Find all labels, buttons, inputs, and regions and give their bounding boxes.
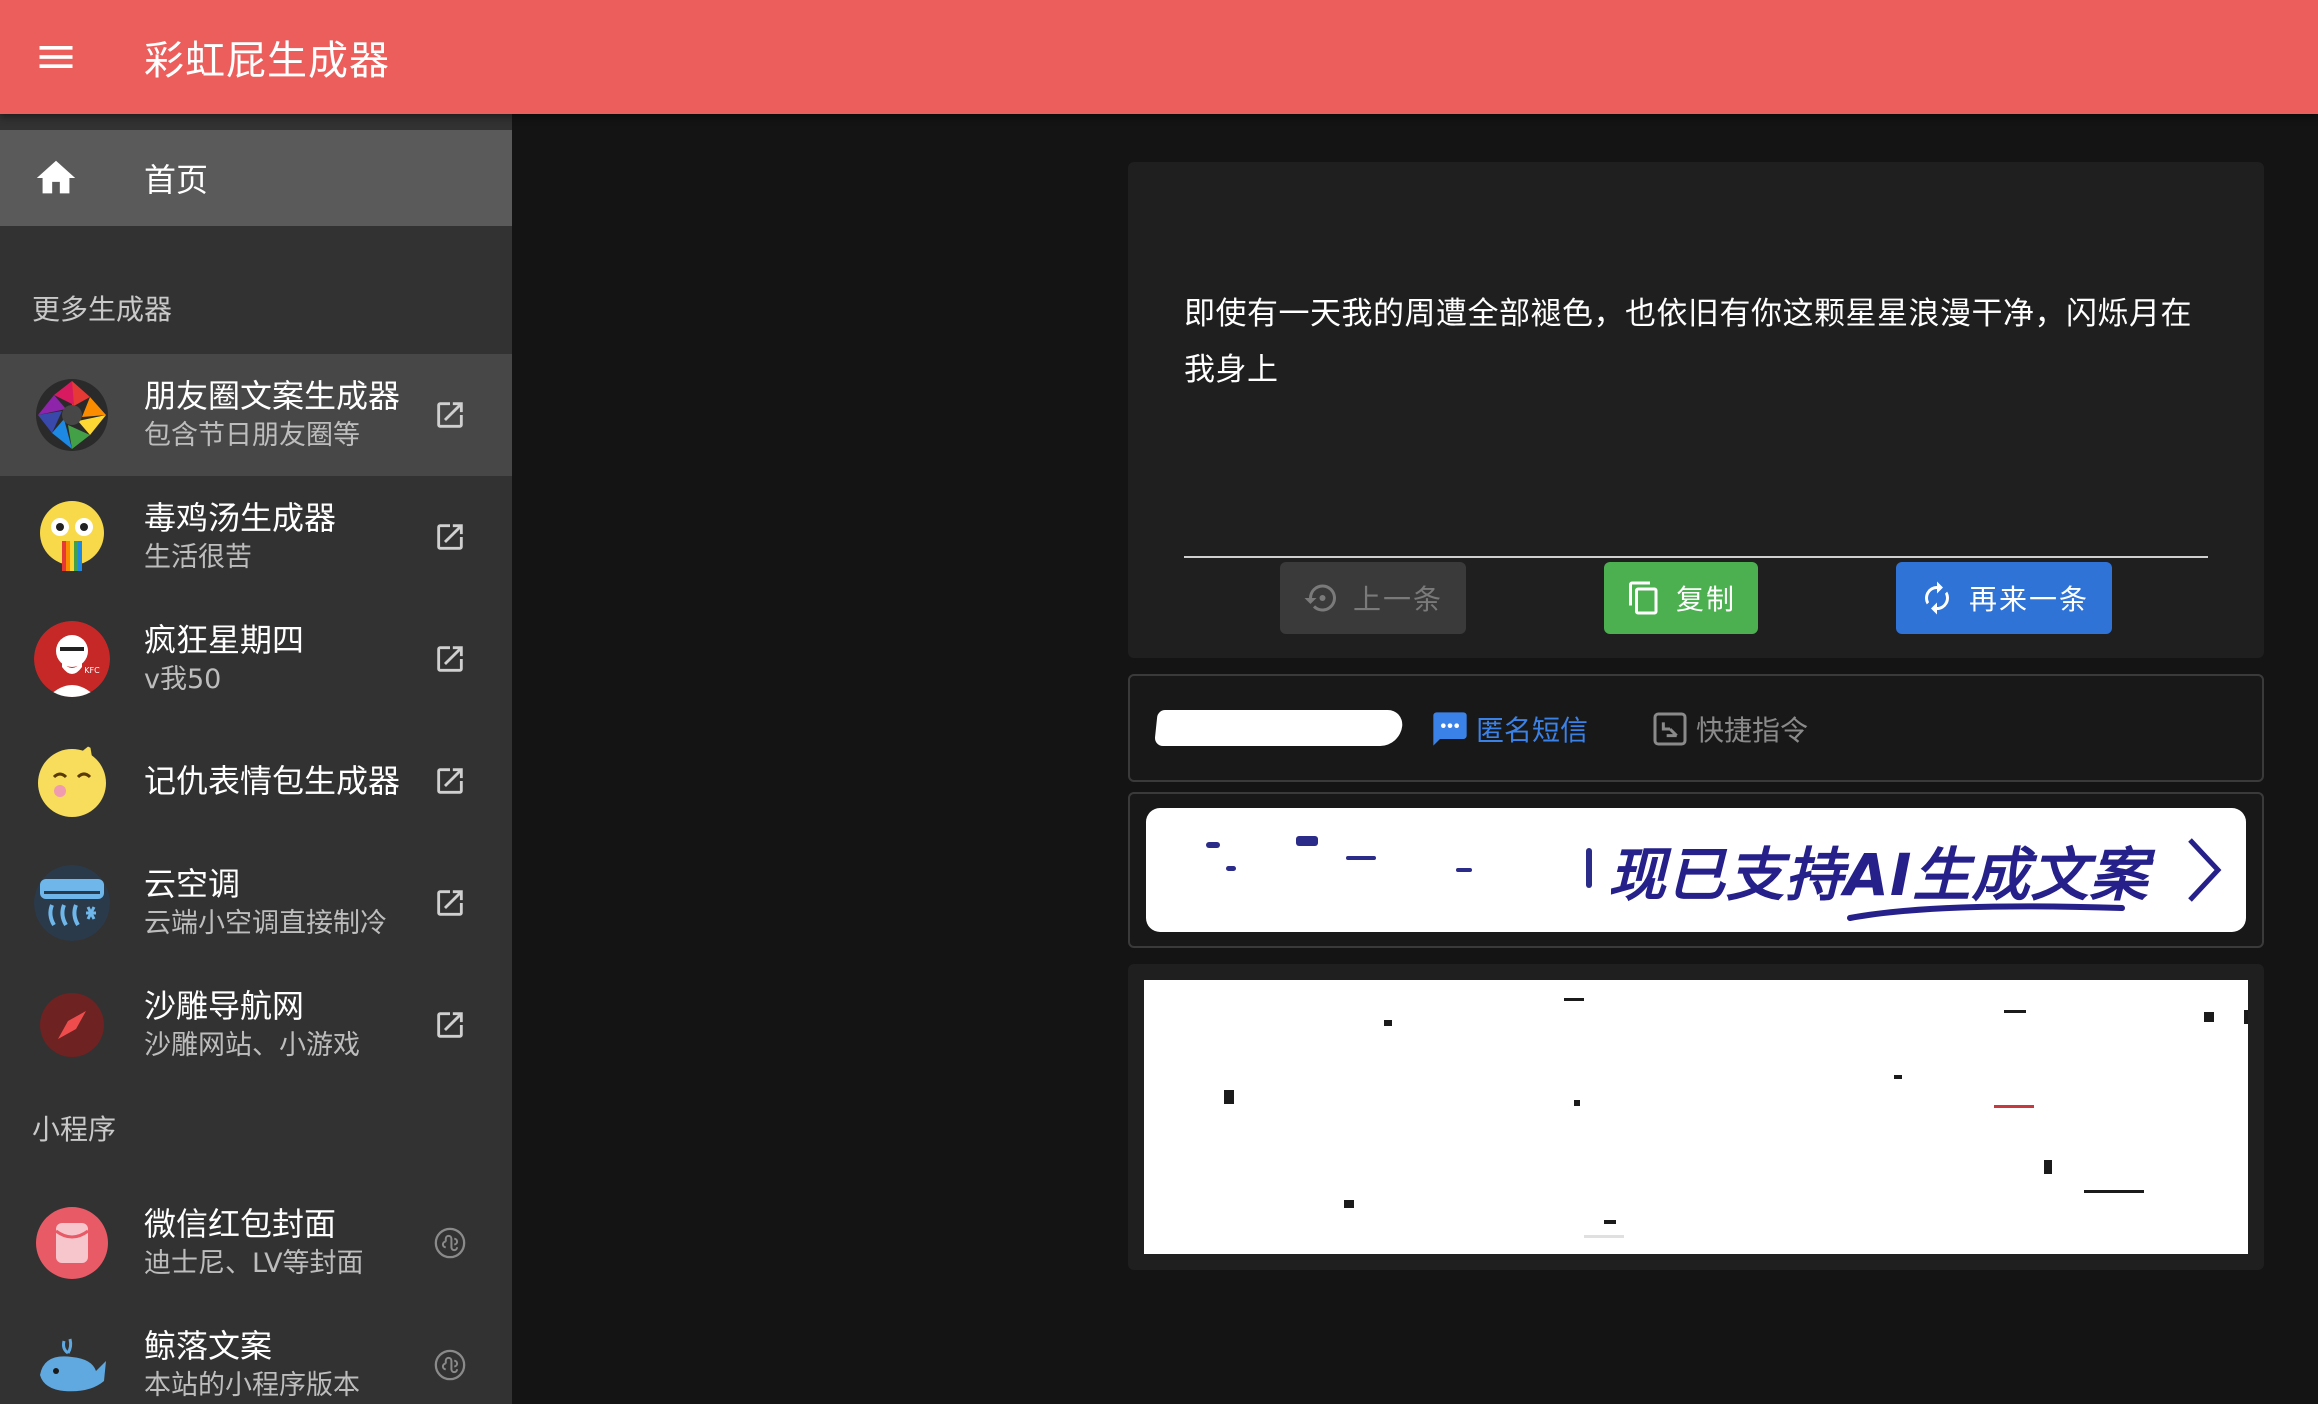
shortcuts-link[interactable]: 快捷指令 bbox=[1650, 706, 1808, 752]
nav-item-subtitle: 沙雕网站、小游戏 bbox=[144, 1030, 360, 1061]
home-icon bbox=[0, 155, 112, 201]
redacted-link bbox=[1154, 710, 1404, 746]
aperture-icon bbox=[34, 377, 110, 453]
underline-swoosh bbox=[1847, 903, 2125, 921]
red-envelope-icon bbox=[34, 1205, 110, 1281]
copy-button-label: 复制 bbox=[1675, 583, 1736, 616]
nav-item-fun-nav[interactable]: 沙雕导航网 沙雕网站、小游戏 bbox=[0, 964, 512, 1086]
redacted-ad[interactable] bbox=[1144, 980, 2248, 1254]
nav-item-title: 云空调 bbox=[144, 865, 241, 903]
chat-bubble-icon bbox=[1433, 712, 1467, 746]
open-in-new-icon bbox=[420, 764, 480, 798]
nav-item-home[interactable]: 首页 bbox=[0, 130, 512, 226]
section-mini-programs: 小程序 bbox=[32, 1113, 117, 1146]
nav-item-home-label: 首页 bbox=[144, 161, 209, 199]
air-conditioner-icon bbox=[34, 865, 110, 941]
anonymous-sms-label: 匿名短信 bbox=[1476, 714, 1589, 747]
nav-item-subtitle: 云端小空调直接制冷 bbox=[144, 908, 387, 939]
open-in-new-icon bbox=[420, 886, 480, 920]
nav-item-subtitle: 生活很苦 bbox=[144, 542, 252, 573]
grudge-face-icon bbox=[34, 743, 110, 819]
mini-program-icon bbox=[420, 1348, 480, 1382]
nav-item-grudge-meme[interactable]: 记仇表情包生成器 bbox=[0, 720, 512, 842]
nav-item-title: 沙雕导航网 bbox=[144, 987, 305, 1025]
open-in-new-icon bbox=[420, 1008, 480, 1042]
nav-item-cloud-ac[interactable]: 云空调 云端小空调直接制冷 bbox=[0, 842, 512, 964]
quote-card: 即使有一天我的周遭全部褪色，也依旧有你这颗星星浪漫干净，闪烁月在我身上 上一条 … bbox=[1128, 162, 2264, 658]
nav-item-subtitle: v我50 bbox=[144, 664, 222, 695]
open-in-new-icon bbox=[420, 642, 480, 676]
chevron-right-icon bbox=[2188, 838, 2222, 902]
nav-item-title: 微信红包封面 bbox=[144, 1205, 337, 1243]
history-icon bbox=[1304, 584, 1336, 612]
previous-button[interactable]: 上一条 bbox=[1280, 562, 1466, 634]
app-bar: 彩虹屁生成器 bbox=[0, 0, 2318, 114]
banner-card: 现已支持AI生成文案 bbox=[1128, 792, 2264, 948]
quote-underline bbox=[1184, 556, 2208, 558]
nav-item-whale-copy[interactable]: 鲸落文案 本站的小程序版本 bbox=[0, 1304, 512, 1404]
whale-icon bbox=[34, 1327, 110, 1403]
nav-item-red-envelope-cover[interactable]: 微信红包封面 迪士尼、LV等封面 bbox=[0, 1182, 512, 1304]
next-button-label: 再来一条 bbox=[1968, 583, 2089, 616]
nav-item-poison-soup[interactable]: 毒鸡汤生成器 生活很苦 bbox=[0, 476, 512, 598]
kfc-logo-icon: KFC bbox=[34, 621, 110, 697]
quick-links-card: 匿名短信 快捷指令 bbox=[1128, 674, 2264, 782]
mini-program-icon bbox=[420, 1226, 480, 1260]
previous-button-label: 上一条 bbox=[1352, 583, 1443, 616]
nav-item-title: 毒鸡汤生成器 bbox=[144, 499, 337, 537]
shortcuts-label: 快捷指令 bbox=[1696, 714, 1809, 747]
nav-item-subtitle: 包含节日朋友圈等 bbox=[144, 420, 360, 451]
ad-card bbox=[1128, 964, 2264, 1270]
next-button[interactable]: 再来一条 bbox=[1896, 562, 2112, 634]
menu-button[interactable] bbox=[0, 0, 112, 114]
nav-item-title: 记仇表情包生成器 bbox=[144, 762, 401, 800]
nav-item-title: 疯狂星期四 bbox=[144, 621, 305, 659]
rainbow-face-icon bbox=[34, 499, 110, 575]
nav-item-subtitle: 迪士尼、LV等封面 bbox=[144, 1248, 364, 1279]
section-more-generators: 更多生成器 bbox=[32, 293, 173, 326]
open-in-new-icon bbox=[420, 520, 480, 554]
shortcut-icon bbox=[1653, 712, 1687, 746]
nav-item-title: 朋友圈文案生成器 bbox=[144, 377, 401, 415]
compass-icon bbox=[34, 987, 110, 1063]
navigation-drawer: 首页 更多生成器 朋友圈文案生成器 包含节日朋友圈等 毒鸡汤生成器 生活很苦 K… bbox=[0, 114, 512, 1404]
quote-text[interactable]: 即使有一天我的周遭全部褪色，也依旧有你这颗星星浪漫干净，闪烁月在我身上 bbox=[1184, 286, 2208, 398]
ai-copy-banner[interactable]: 现已支持AI生成文案 bbox=[1146, 808, 2246, 932]
app-title: 彩虹屁生成器 bbox=[144, 38, 390, 84]
copy-button[interactable]: 复制 bbox=[1604, 562, 1758, 634]
anonymous-sms-link[interactable]: 匿名短信 bbox=[1430, 706, 1588, 752]
refresh-icon bbox=[1925, 581, 1949, 615]
hamburger-menu-icon bbox=[39, 46, 73, 68]
nav-item-title: 鲸落文案 bbox=[144, 1327, 273, 1365]
copy-icon bbox=[1628, 581, 1658, 615]
nav-item-subtitle: 本站的小程序版本 bbox=[144, 1370, 360, 1401]
svg-text:KFC: KFC bbox=[84, 666, 100, 675]
nav-item-moments-copy[interactable]: 朋友圈文案生成器 包含节日朋友圈等 bbox=[0, 354, 512, 476]
nav-item-crazy-thursday[interactable]: KFC 疯狂星期四 v我50 bbox=[0, 598, 512, 720]
open-in-new-icon bbox=[420, 398, 480, 432]
